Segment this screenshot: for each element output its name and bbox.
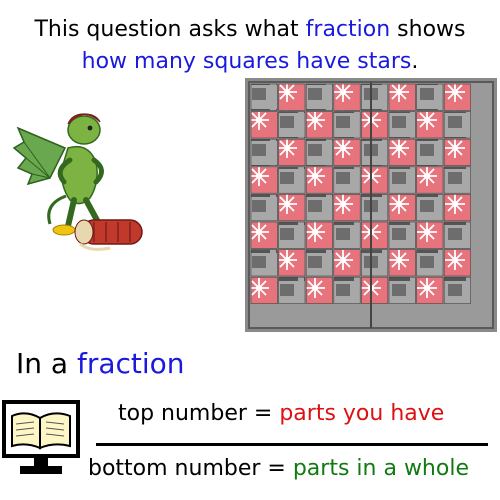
- intro-keyword-fraction: fraction: [305, 17, 391, 42]
- subheading-keyword-fraction: fraction: [76, 347, 185, 380]
- board-square: [333, 221, 361, 249]
- board-square: [443, 276, 471, 304]
- board-square: [305, 221, 333, 249]
- board-square: [361, 111, 389, 139]
- board-square: [416, 166, 444, 194]
- board-square: [361, 83, 389, 111]
- board-square: [443, 221, 471, 249]
- board-square: [333, 138, 361, 166]
- board-square: [443, 83, 471, 111]
- board-square: [388, 221, 416, 249]
- board-square: [305, 138, 333, 166]
- board-square: [416, 276, 444, 304]
- game-board-illustration: [245, 78, 497, 332]
- board-square: [443, 249, 471, 277]
- board-square: [361, 138, 389, 166]
- board-square: [278, 276, 306, 304]
- board-square: [305, 166, 333, 194]
- board-square: [416, 83, 444, 111]
- denominator-value: parts in a whole: [292, 456, 469, 481]
- board-square: [333, 111, 361, 139]
- board-square: [416, 221, 444, 249]
- board-square: [333, 194, 361, 222]
- board-square: [250, 276, 278, 304]
- board-square: [443, 194, 471, 222]
- board-square: [416, 138, 444, 166]
- board-square: [361, 221, 389, 249]
- intro-text-part: This question asks what: [34, 17, 306, 42]
- board-square: [361, 249, 389, 277]
- board-square: [333, 276, 361, 304]
- board-square: [388, 83, 416, 111]
- board-square: [416, 111, 444, 139]
- intro-line-2: how many squares have stars.: [0, 46, 500, 78]
- board-square: [250, 194, 278, 222]
- board-square: [305, 249, 333, 277]
- board-square: [416, 194, 444, 222]
- numerator-label: top number =: [118, 401, 280, 426]
- board-square: [361, 194, 389, 222]
- board-square: [305, 194, 333, 222]
- board-square: [250, 111, 278, 139]
- fraction-bar: [96, 443, 488, 446]
- computer-book-icon: [2, 400, 80, 474]
- board-square: [416, 249, 444, 277]
- board-square: [278, 166, 306, 194]
- intro-highlight-phrase: how many squares have stars: [81, 49, 412, 74]
- board-square: [278, 194, 306, 222]
- denominator-label: bottom number =: [88, 456, 293, 481]
- numerator-rule: top number = parts you have: [118, 401, 444, 426]
- board-square: [388, 276, 416, 304]
- board-square: [278, 249, 306, 277]
- board-square: [388, 194, 416, 222]
- board-square: [443, 138, 471, 166]
- numerator-value: parts you have: [279, 401, 445, 426]
- board-square: [361, 166, 389, 194]
- board-square: [361, 276, 389, 304]
- board-square: [250, 83, 278, 111]
- denominator-rule: bottom number = parts in a whole: [88, 456, 469, 481]
- board-square: [443, 111, 471, 139]
- board-square: [305, 276, 333, 304]
- imp-character-icon: [12, 113, 143, 251]
- subheading-prefix: In a: [16, 347, 77, 380]
- board-square: [250, 221, 278, 249]
- board-square: [250, 249, 278, 277]
- board-square: [305, 111, 333, 139]
- board-square: [250, 138, 278, 166]
- intro-text-part: shows: [390, 17, 466, 42]
- board-square: [333, 83, 361, 111]
- fraction-subheading: In a fraction: [16, 347, 185, 380]
- board-square: [333, 249, 361, 277]
- board-square: [278, 111, 306, 139]
- board-square: [250, 166, 278, 194]
- board-square: [388, 111, 416, 139]
- intro-period: .: [411, 49, 419, 74]
- intro-line-1: This question asks what fraction shows: [0, 14, 500, 46]
- board-square: [305, 83, 333, 111]
- board-square: [443, 166, 471, 194]
- board-square: [388, 166, 416, 194]
- board-square: [278, 83, 306, 111]
- board-square: [388, 249, 416, 277]
- intro-text: This question asks what fraction shows h…: [0, 14, 500, 78]
- board-square: [388, 138, 416, 166]
- board-square: [278, 221, 306, 249]
- board-square: [278, 138, 306, 166]
- board-square: [333, 166, 361, 194]
